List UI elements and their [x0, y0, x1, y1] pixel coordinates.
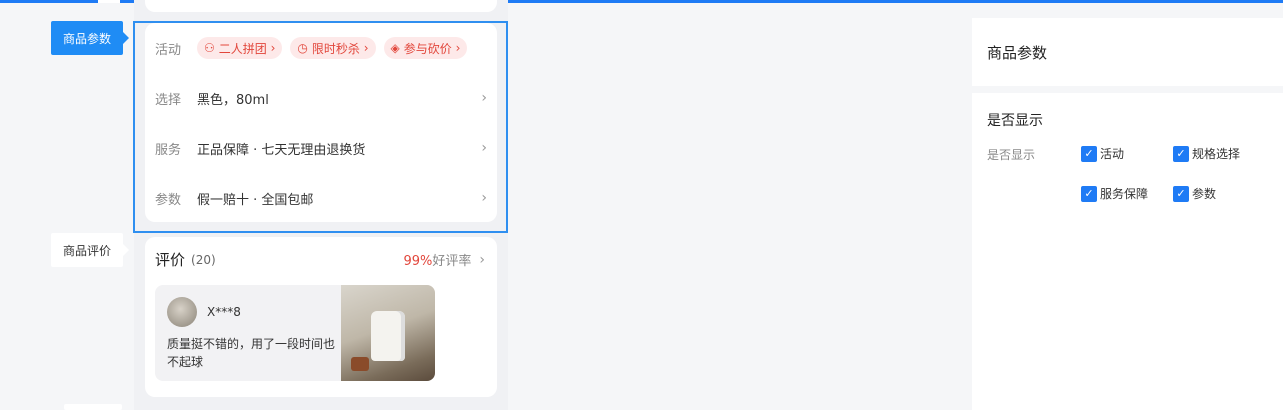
checkbox-spec-label: 规格选择 [1192, 147, 1241, 161]
review-header[interactable]: 评价 (20) 99%好评率 › [155, 249, 485, 270]
checkbox-activity[interactable]: ✓ 活动 [1081, 145, 1124, 162]
check-icon: ✓ [1081, 185, 1097, 202]
check-icon: ✓ [1173, 185, 1189, 202]
preview-card-top [145, 0, 497, 12]
review-username: X***8 [207, 305, 241, 319]
review-rate: 99%好评率 [403, 250, 471, 269]
kettle-image [371, 311, 405, 361]
check-icon: ✓ [1081, 145, 1097, 162]
visibility-field-label: 是否显示 [987, 148, 1036, 162]
settings-panel: 是否显示 是否显示 ✓ 活动 ✓ 规格选择 ✓ 服务保障 ✓ 参数 [972, 93, 1283, 410]
review-photo[interactable] [341, 285, 435, 381]
cake-image [351, 357, 369, 371]
review-count: (20) [191, 252, 216, 267]
side-tag-next[interactable] [64, 404, 122, 410]
check-icon: ✓ [1173, 145, 1189, 162]
side-tag-params-label: 商品参数 [62, 31, 111, 46]
review-item[interactable]: X***8 质量挺不错的，用了一段时间也不起球 [155, 285, 435, 381]
settings-section-title: 是否显示 [987, 113, 1043, 129]
checkbox-service-label: 服务保障 [1100, 187, 1149, 201]
review-text: 质量挺不错的，用了一段时间也不起球 [167, 337, 336, 369]
checkbox-service[interactable]: ✓ 服务保障 [1081, 185, 1148, 202]
review-rate-percent: 99% [403, 254, 433, 269]
checkbox-spec[interactable]: ✓ 规格选择 [1173, 145, 1240, 162]
chevron-right-icon: › [479, 251, 485, 268]
checkbox-activity-label: 活动 [1100, 147, 1125, 161]
settings-header: 商品参数 [972, 18, 1283, 86]
settings-title: 商品参数 [987, 44, 1048, 62]
selected-module-outline [133, 21, 508, 233]
checkbox-param[interactable]: ✓ 参数 [1173, 185, 1216, 202]
side-tag-review[interactable]: 商品评价 [51, 233, 129, 267]
side-tag-params[interactable]: 商品参数 [51, 21, 129, 55]
review-rate-text: 好评率 [432, 254, 472, 269]
avatar [167, 297, 197, 327]
checkbox-param-label: 参数 [1192, 187, 1217, 201]
review-title: 评价 [155, 251, 186, 269]
top-bar-notch [98, 0, 120, 3]
side-tag-review-label: 商品评价 [62, 243, 111, 258]
review-card[interactable]: 评价 (20) 99%好评率 › X***8 质量挺不错的，用了一段时间也不起球 [145, 237, 497, 397]
